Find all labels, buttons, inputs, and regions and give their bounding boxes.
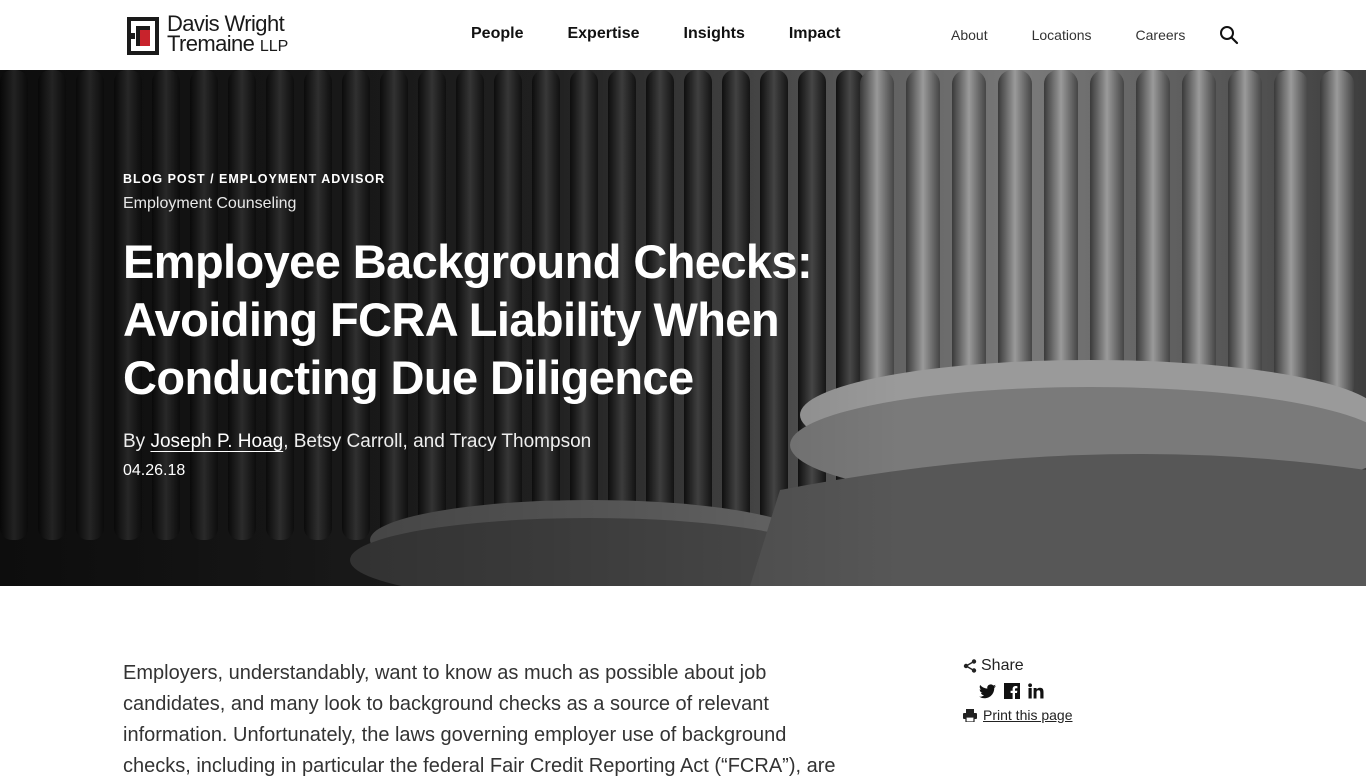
facebook-icon[interactable] <box>1004 683 1020 699</box>
share-label: Share <box>981 657 1024 674</box>
search-icon[interactable] <box>1219 25 1239 45</box>
share-button[interactable]: Share <box>963 657 1073 675</box>
hero-banner: BLOG POST / EMPLOYMENT ADVISOR Employmen… <box>0 70 1366 586</box>
logo[interactable]: Davis Wright Tremaine LLP <box>127 13 289 57</box>
logo-suffix: LLP <box>259 38 289 55</box>
nav-insights[interactable]: Insights <box>684 25 745 43</box>
utility-nav: About Locations Careers <box>951 27 1185 43</box>
logo-mark-icon <box>127 16 159 55</box>
nav-impact[interactable]: Impact <box>789 25 841 43</box>
nav-careers[interactable]: Careers <box>1136 27 1186 43</box>
nav-locations[interactable]: Locations <box>1032 27 1092 43</box>
logo-text: Davis Wright Tremaine LLP <box>167 13 289 57</box>
article-body: Employers, understandably, want to know … <box>123 658 853 782</box>
article-paragraph: Employers, understandably, want to know … <box>123 662 836 777</box>
author-link[interactable]: Joseph P. Hoag <box>150 431 283 452</box>
site-header: Davis Wright Tremaine LLP People Experti… <box>0 0 1366 70</box>
social-links <box>979 683 1073 699</box>
publish-date: 04.26.18 <box>123 462 186 479</box>
byline: By Joseph P. Hoag, Betsy Carroll, and Tr… <box>123 431 883 453</box>
print-link[interactable]: Print this page <box>983 707 1073 723</box>
nav-about[interactable]: About <box>951 27 988 43</box>
primary-nav: People Expertise Insights Impact <box>471 25 840 43</box>
category-link[interactable]: Employment Counseling <box>123 195 883 213</box>
logo-line2: Tremaine <box>167 31 255 56</box>
nav-people[interactable]: People <box>471 25 523 43</box>
printer-icon <box>963 708 977 722</box>
byline-rest: , Betsy Carroll, and Tracy Thompson <box>283 431 592 452</box>
print-row: Print this page <box>963 707 1073 723</box>
linkedin-icon[interactable] <box>1028 683 1044 699</box>
page-title: Employee Background Checks: Avoiding FCR… <box>123 235 813 404</box>
twitter-icon[interactable] <box>979 683 996 699</box>
byline-prefix: By <box>123 431 151 452</box>
eyebrow-label: BLOG POST / EMPLOYMENT ADVISOR <box>123 172 386 186</box>
hero-content: BLOG POST / EMPLOYMENT ADVISOR Employmen… <box>123 172 883 480</box>
share-box: Share Print this page <box>963 657 1073 723</box>
nav-expertise[interactable]: Expertise <box>567 25 639 43</box>
share-icon <box>963 659 977 673</box>
